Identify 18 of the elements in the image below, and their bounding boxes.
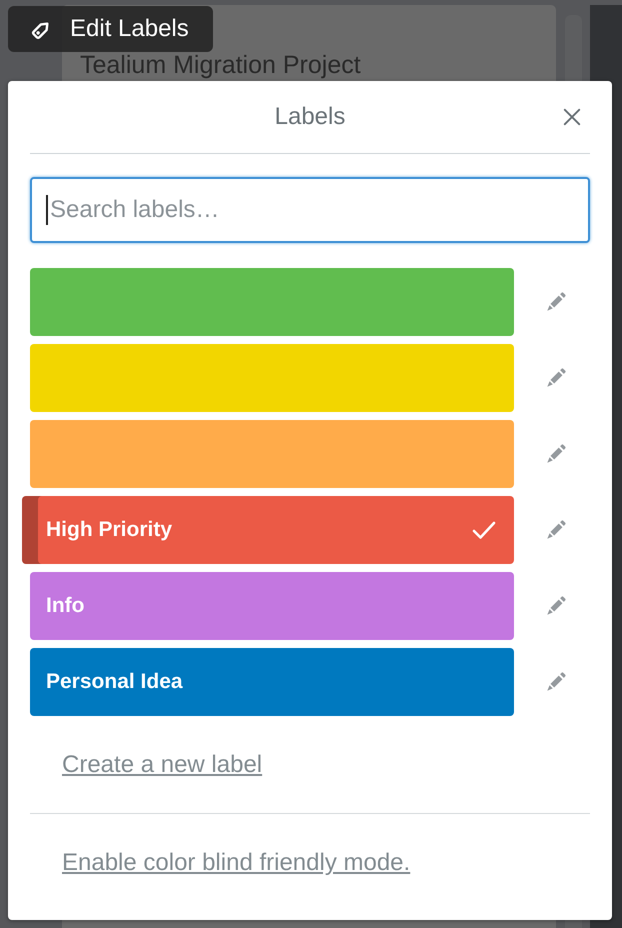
label-option[interactable]: Personal Idea — [30, 648, 514, 716]
colorblind-mode-link[interactable]: Enable color blind friendly mode. — [62, 848, 410, 878]
text-cursor — [46, 195, 48, 225]
pencil-icon[interactable] — [545, 367, 567, 389]
check-icon — [472, 520, 496, 540]
search-field[interactable]: Search labels… — [30, 177, 590, 243]
close-icon[interactable] — [563, 108, 581, 126]
pencil-icon[interactable] — [545, 443, 567, 465]
popover-title: Labels — [274, 103, 346, 131]
pencil-icon[interactable] — [545, 595, 567, 617]
card-title: Tealium Migration Project — [80, 53, 362, 78]
pencil-icon[interactable] — [545, 519, 567, 541]
pencil-icon[interactable] — [545, 291, 567, 313]
pencil-icon[interactable] — [545, 671, 567, 693]
create-label-link[interactable]: Create a new label — [62, 750, 262, 780]
label-option[interactable]: High Priority — [22, 496, 514, 564]
label-option[interactable]: Info — [30, 572, 514, 640]
edit-labels-button[interactable]: Edit Labels — [8, 6, 213, 52]
